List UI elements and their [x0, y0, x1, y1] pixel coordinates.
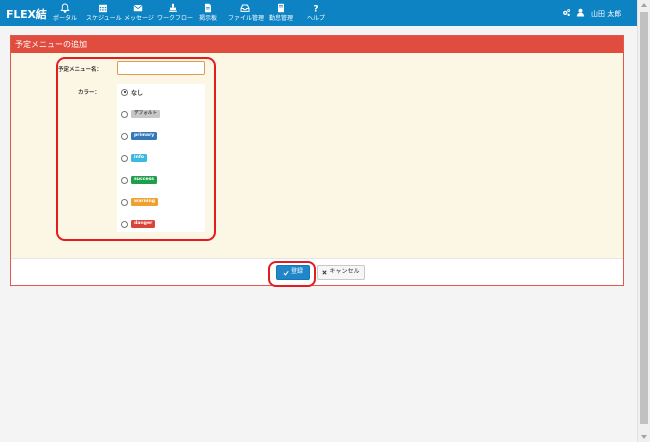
- cancel-button[interactable]: キャンセル: [317, 265, 365, 280]
- nav-label: 掲示板: [198, 15, 217, 22]
- cancel-button-label: キャンセル: [329, 269, 360, 275]
- color-option-primary[interactable]: primary: [121, 131, 158, 141]
- nav-item-workflow[interactable]: ワークフロー: [157, 3, 194, 25]
- stamp-icon: [169, 3, 177, 12]
- envelope-icon: [133, 4, 143, 12]
- color-badge-warning: warning: [131, 198, 159, 206]
- radio-button[interactable]: [121, 132, 128, 140]
- nav-item-help[interactable]: ? ヘルプ: [305, 3, 327, 25]
- nav-label: ワークフロー: [157, 15, 194, 22]
- panel-body: 予定メニュー名： カラー： なし デフォルト primary info succ…: [11, 53, 623, 258]
- user-icon: [576, 8, 585, 17]
- nav-item-portal[interactable]: ポータル: [52, 3, 78, 25]
- nav-label: ファイル管理: [228, 15, 265, 22]
- color-badge-success: success: [131, 176, 158, 184]
- svg-text:?: ?: [313, 5, 318, 14]
- radio-button[interactable]: [121, 110, 128, 118]
- color-options: なし デフォルト primary info success warning da…: [117, 84, 205, 232]
- document-icon: [205, 3, 211, 13]
- nav-item-attendance[interactable]: 勤怠管理: [267, 3, 295, 25]
- save-button-label: 登録: [290, 269, 303, 275]
- top-navbar: FLEX結 ポータル スケジュール メッセージ ワークフロー 掲示板 ファイル管…: [0, 0, 637, 26]
- user-avatar[interactable]: [576, 8, 585, 19]
- bell-icon: [60, 3, 70, 13]
- radio-button[interactable]: [121, 154, 128, 162]
- nav-item-bulletin[interactable]: 掲示板: [197, 3, 219, 25]
- question-icon: ?: [313, 5, 318, 14]
- add-schedule-menu-panel: 予定メニューの追加 予定メニュー名： カラー： なし デフォルト primary…: [10, 35, 624, 287]
- nav-item-file-management[interactable]: ファイル管理: [228, 3, 265, 25]
- menu-name-label: 予定メニュー名：: [58, 67, 103, 73]
- scroll-up-arrow-icon[interactable]: [641, 3, 647, 7]
- close-icon: [322, 270, 328, 275]
- nav-label: 勤怠管理: [268, 15, 293, 22]
- nav-label: ヘルプ: [306, 15, 325, 22]
- color-option-none[interactable]: なし: [121, 87, 143, 97]
- color-option-warning[interactable]: warning: [121, 197, 159, 207]
- radio-button[interactable]: [121, 220, 128, 228]
- color-option-label: なし: [131, 89, 144, 97]
- nav-label: スケジュール: [86, 15, 122, 22]
- calendar-icon: [99, 4, 107, 13]
- scroll-thumb[interactable]: [640, 12, 648, 424]
- nav-item-schedule[interactable]: スケジュール: [86, 3, 122, 25]
- settings-button[interactable]: [562, 8, 571, 19]
- menu-name-input[interactable]: [117, 61, 205, 75]
- color-option-success[interactable]: success: [121, 175, 158, 185]
- color-option-danger[interactable]: danger: [121, 219, 156, 229]
- nav-label: ポータル: [52, 15, 77, 22]
- nav-item-message[interactable]: メッセージ: [124, 3, 154, 25]
- color-badge-info: info: [131, 154, 147, 162]
- color-option-info[interactable]: info: [121, 153, 147, 163]
- save-button[interactable]: 登録: [276, 265, 310, 280]
- check-icon: [283, 270, 289, 276]
- brand-logo[interactable]: FLEX結: [6, 6, 47, 22]
- color-badge-danger: danger: [131, 220, 156, 228]
- color-option-default[interactable]: デフォルト: [121, 109, 160, 119]
- color-label: カラー：: [78, 90, 101, 96]
- radio-button[interactable]: [121, 176, 128, 184]
- inbox-icon: [240, 4, 250, 12]
- scroll-down-arrow-icon[interactable]: [641, 435, 647, 439]
- radio-button[interactable]: [121, 88, 128, 96]
- gears-icon: [563, 9, 571, 17]
- user-name[interactable]: 山田 太郎: [591, 9, 621, 19]
- panel-title: 予定メニューの追加: [11, 36, 623, 53]
- color-badge-default: デフォルト: [131, 110, 160, 118]
- vertical-scrollbar[interactable]: [637, 0, 650, 442]
- nav-label: メッセージ: [124, 15, 154, 22]
- notebook-icon: [278, 3, 284, 13]
- panel-footer: 登録 キャンセル: [11, 258, 623, 287]
- radio-button[interactable]: [121, 198, 128, 206]
- color-badge-primary: primary: [131, 132, 158, 140]
